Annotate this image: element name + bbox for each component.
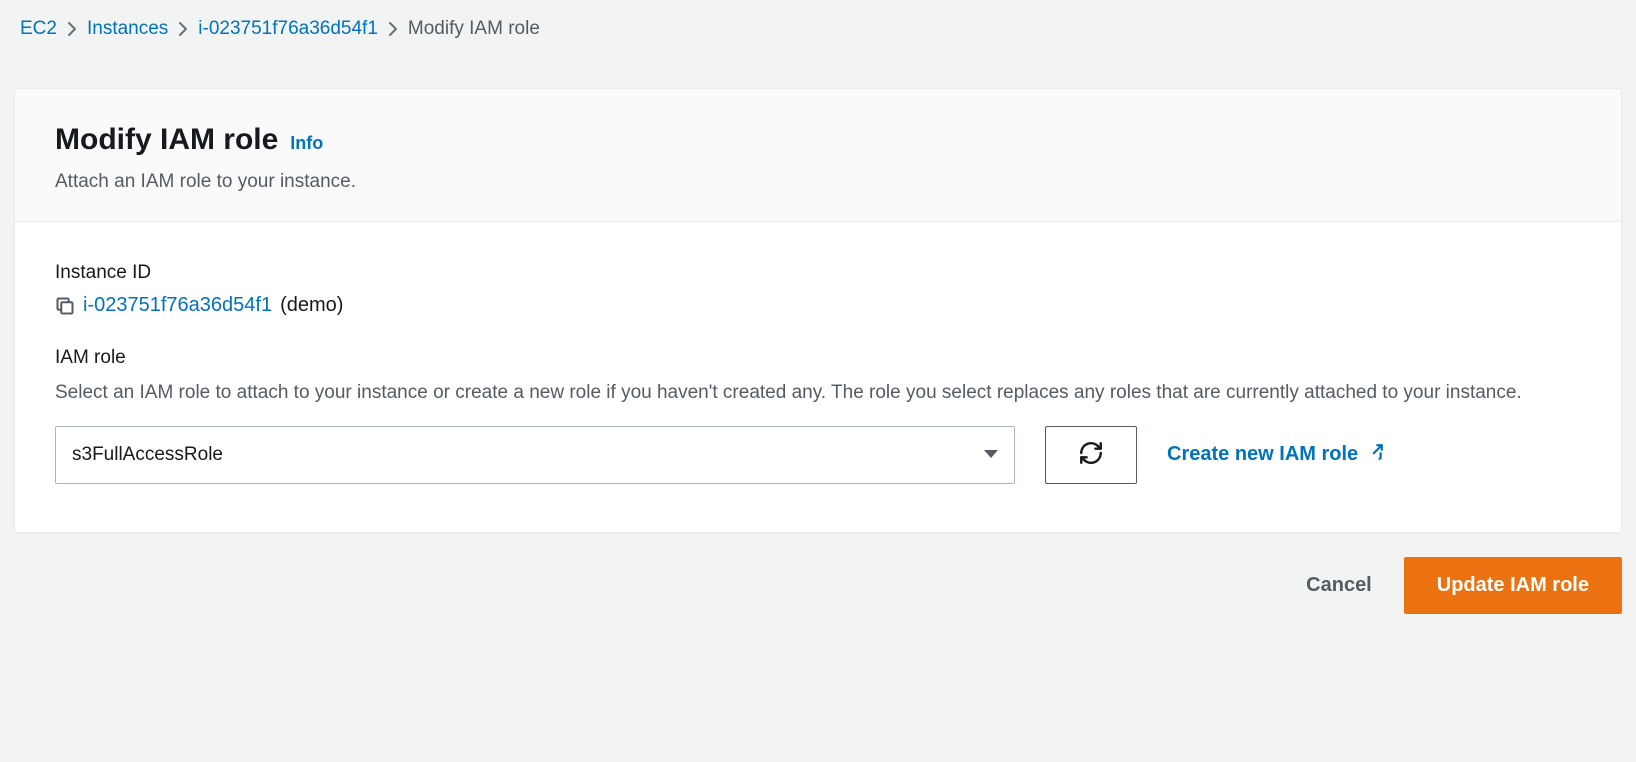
iam-role-field: IAM role Select an IAM role to attach to… xyxy=(55,347,1581,484)
iam-role-select[interactable]: s3FullAccessRole xyxy=(55,426,1015,484)
instance-id-link[interactable]: i-023751f76a36d54f1 xyxy=(83,294,272,317)
chevron-right-icon xyxy=(388,21,398,37)
page-subtitle: Attach an IAM role to your instance. xyxy=(55,171,1581,193)
external-link-icon xyxy=(1366,443,1384,467)
page-title: Modify IAM role xyxy=(55,123,278,156)
breadcrumb-link-instances[interactable]: Instances xyxy=(87,18,168,40)
refresh-button[interactable] xyxy=(1045,426,1137,484)
cancel-button[interactable]: Cancel xyxy=(1298,562,1380,609)
info-link[interactable]: Info xyxy=(290,133,323,153)
create-iam-role-link[interactable]: Create new IAM role xyxy=(1167,443,1384,467)
instance-id-label: Instance ID xyxy=(55,262,1581,284)
chevron-right-icon xyxy=(178,21,188,37)
create-iam-role-link-label: Create new IAM role xyxy=(1167,443,1358,466)
chevron-right-icon xyxy=(67,21,77,37)
update-iam-role-button[interactable]: Update IAM role xyxy=(1404,557,1622,614)
refresh-icon xyxy=(1078,440,1104,469)
main-panel: Modify IAM role Info Attach an IAM role … xyxy=(14,88,1622,533)
iam-role-description: Select an IAM role to attach to your ins… xyxy=(55,379,1581,408)
breadcrumb: EC2 Instances i-023751f76a36d54f1 Modify… xyxy=(0,0,1636,58)
footer-actions: Cancel Update IAM role xyxy=(0,533,1636,650)
copy-icon[interactable] xyxy=(55,296,75,316)
breadcrumb-current: Modify IAM role xyxy=(408,18,540,40)
panel-header: Modify IAM role Info Attach an IAM role … xyxy=(15,89,1621,222)
panel-body: Instance ID i-023751f76a36d54f1 (demo) I… xyxy=(15,222,1621,532)
breadcrumb-link-ec2[interactable]: EC2 xyxy=(20,18,57,40)
iam-role-label: IAM role xyxy=(55,347,1581,369)
instance-id-field: Instance ID i-023751f76a36d54f1 (demo) xyxy=(55,262,1581,317)
breadcrumb-link-instance-id[interactable]: i-023751f76a36d54f1 xyxy=(198,18,378,40)
instance-name: (demo) xyxy=(280,294,343,317)
